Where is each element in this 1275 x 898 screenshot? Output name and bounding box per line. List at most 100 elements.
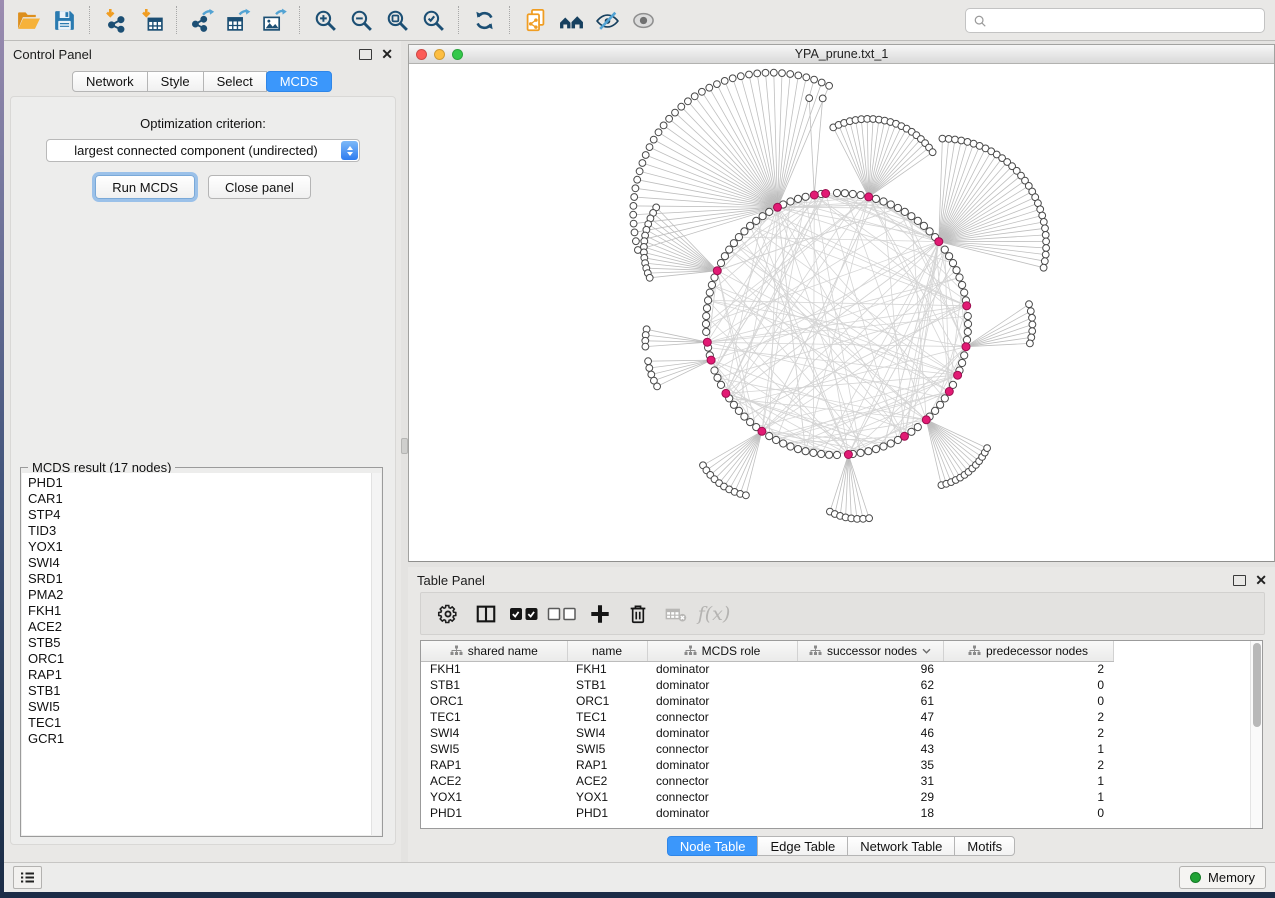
zoom-in-button[interactable]	[307, 4, 343, 36]
import-network-button[interactable]	[97, 4, 133, 36]
node-table[interactable]: shared namenameMCDS rolesuccessor nodesp…	[421, 641, 1131, 821]
mcds-result-item[interactable]: PMA2	[28, 587, 371, 603]
cell-MCDS-role[interactable]: connector	[647, 741, 797, 757]
split-view-button[interactable]	[469, 597, 503, 631]
mcds-result-item[interactable]: YOX1	[28, 539, 371, 555]
tab-node-table[interactable]: Node Table	[667, 836, 759, 856]
cell-predecessor-nodes[interactable]: 0	[943, 693, 1113, 709]
cell-predecessor-nodes[interactable]: 1	[943, 773, 1113, 789]
cell-name[interactable]: PHD1	[567, 805, 647, 821]
cell-predecessor-nodes[interactable]: 0	[943, 805, 1113, 821]
cell-successor-nodes[interactable]: 46	[797, 725, 943, 741]
vertical-splitter[interactable]	[401, 41, 408, 862]
control-panel-close-icon[interactable]: ✕	[381, 49, 393, 60]
cell-predecessor-nodes[interactable]: 2	[943, 709, 1113, 725]
cell-name[interactable]: STB1	[567, 677, 647, 693]
table-scrollbar-thumb[interactable]	[1253, 643, 1261, 727]
memory-button[interactable]: Memory	[1179, 866, 1266, 889]
mcds-result-list[interactable]: PHD1CAR1STP4TID3YOX1SWI4SRD1PMA2FKH1ACE2…	[22, 473, 381, 835]
table-row[interactable]: STB1STB1dominator620	[421, 677, 1131, 693]
first-neighbors-button[interactable]	[553, 4, 589, 36]
column-header-successor-nodes[interactable]: successor nodes	[797, 641, 943, 661]
cell-name[interactable]: SWI5	[567, 741, 647, 757]
mcds-result-item[interactable]: STP4	[28, 507, 371, 523]
cell-MCDS-role[interactable]: dominator	[647, 805, 797, 821]
cell-successor-nodes[interactable]: 43	[797, 741, 943, 757]
optimization-criterion-select[interactable]: largest connected component (undirected)	[46, 139, 360, 162]
search-field[interactable]	[992, 13, 1257, 28]
cell-predecessor-nodes[interactable]: 0	[943, 677, 1113, 693]
mcds-result-item[interactable]: SWI5	[28, 699, 371, 715]
tab-mcds[interactable]: MCDS	[266, 71, 332, 92]
column-header-shared-name[interactable]: shared name	[421, 641, 567, 661]
tab-edge-table[interactable]: Edge Table	[757, 836, 848, 856]
mcds-result-item[interactable]: STB1	[28, 683, 371, 699]
cell-name[interactable]: FKH1	[567, 661, 647, 677]
control-panel-float-icon[interactable]	[359, 49, 372, 60]
cell-successor-nodes[interactable]: 35	[797, 757, 943, 773]
mcds-result-item[interactable]: SWI4	[28, 555, 371, 571]
tab-select[interactable]: Select	[203, 71, 267, 92]
zoom-selected-button[interactable]	[415, 4, 451, 36]
cell-shared-name[interactable]: STB1	[421, 677, 567, 693]
cell-successor-nodes[interactable]: 62	[797, 677, 943, 693]
tab-style[interactable]: Style	[147, 71, 204, 92]
mcds-result-item[interactable]: TEC1	[28, 715, 371, 731]
cell-shared-name[interactable]: RAP1	[421, 757, 567, 773]
column-header-predecessor-nodes[interactable]: predecessor nodes	[943, 641, 1113, 661]
open-file-button[interactable]	[10, 4, 46, 36]
cell-MCDS-role[interactable]: connector	[647, 789, 797, 805]
delete-row-button[interactable]	[621, 597, 655, 631]
cell-name[interactable]: ACE2	[567, 773, 647, 789]
cell-successor-nodes[interactable]: 96	[797, 661, 943, 677]
save-session-button[interactable]	[46, 4, 82, 36]
tab-network[interactable]: Network	[72, 71, 148, 92]
mcds-result-item[interactable]: SRD1	[28, 571, 371, 587]
mcds-result-item[interactable]: ACE2	[28, 619, 371, 635]
cell-MCDS-role[interactable]: dominator	[647, 757, 797, 773]
export-image-button[interactable]	[256, 4, 292, 36]
network-canvas[interactable]	[409, 64, 1274, 561]
show-all-button[interactable]	[625, 4, 661, 36]
cell-name[interactable]: TEC1	[567, 709, 647, 725]
table-row[interactable]: RAP1RAP1dominator352	[421, 757, 1131, 773]
zoom-fit-button[interactable]	[379, 4, 415, 36]
export-table-button[interactable]	[220, 4, 256, 36]
mcds-result-item[interactable]: CAR1	[28, 491, 371, 507]
mcds-result-item[interactable]: GCR1	[28, 731, 371, 747]
table-row[interactable]: TEC1TEC1connector472	[421, 709, 1131, 725]
cell-successor-nodes[interactable]: 18	[797, 805, 943, 821]
cell-shared-name[interactable]: PHD1	[421, 805, 567, 821]
cell-name[interactable]: SWI4	[567, 725, 647, 741]
table-row[interactable]: ACE2ACE2connector311	[421, 773, 1131, 789]
table-panel-float-icon[interactable]	[1233, 575, 1246, 586]
cell-successor-nodes[interactable]: 29	[797, 789, 943, 805]
run-mcds-button[interactable]: Run MCDS	[95, 175, 195, 199]
zoom-out-button[interactable]	[343, 4, 379, 36]
mcds-result-item[interactable]: ORC1	[28, 651, 371, 667]
table-row[interactable]: FKH1FKH1dominator962	[421, 661, 1131, 677]
table-row[interactable]: PHD1PHD1dominator180	[421, 805, 1131, 821]
cell-MCDS-role[interactable]: dominator	[647, 677, 797, 693]
search-input[interactable]	[965, 8, 1265, 33]
table-scrollbar[interactable]	[1250, 641, 1262, 828]
task-history-button[interactable]	[13, 866, 42, 889]
cell-successor-nodes[interactable]: 47	[797, 709, 943, 725]
hide-selected-button[interactable]	[589, 4, 625, 36]
cell-MCDS-role[interactable]: connector	[647, 709, 797, 725]
cell-predecessor-nodes[interactable]: 1	[943, 741, 1113, 757]
export-network-button[interactable]	[184, 4, 220, 36]
table-row[interactable]: SWI5SWI5connector431	[421, 741, 1131, 757]
mcds-result-item[interactable]: FKH1	[28, 603, 371, 619]
table-row[interactable]: YOX1YOX1connector291	[421, 789, 1131, 805]
add-row-button[interactable]	[583, 597, 617, 631]
column-settings-button[interactable]	[431, 597, 465, 631]
cell-shared-name[interactable]: SWI4	[421, 725, 567, 741]
select-all-rows-button[interactable]	[507, 597, 541, 631]
cell-shared-name[interactable]: TEC1	[421, 709, 567, 725]
cell-successor-nodes[interactable]: 31	[797, 773, 943, 789]
cell-successor-nodes[interactable]: 61	[797, 693, 943, 709]
cell-MCDS-role[interactable]: dominator	[647, 661, 797, 677]
splitter-handle[interactable]	[401, 438, 408, 454]
import-table-button[interactable]	[133, 4, 169, 36]
